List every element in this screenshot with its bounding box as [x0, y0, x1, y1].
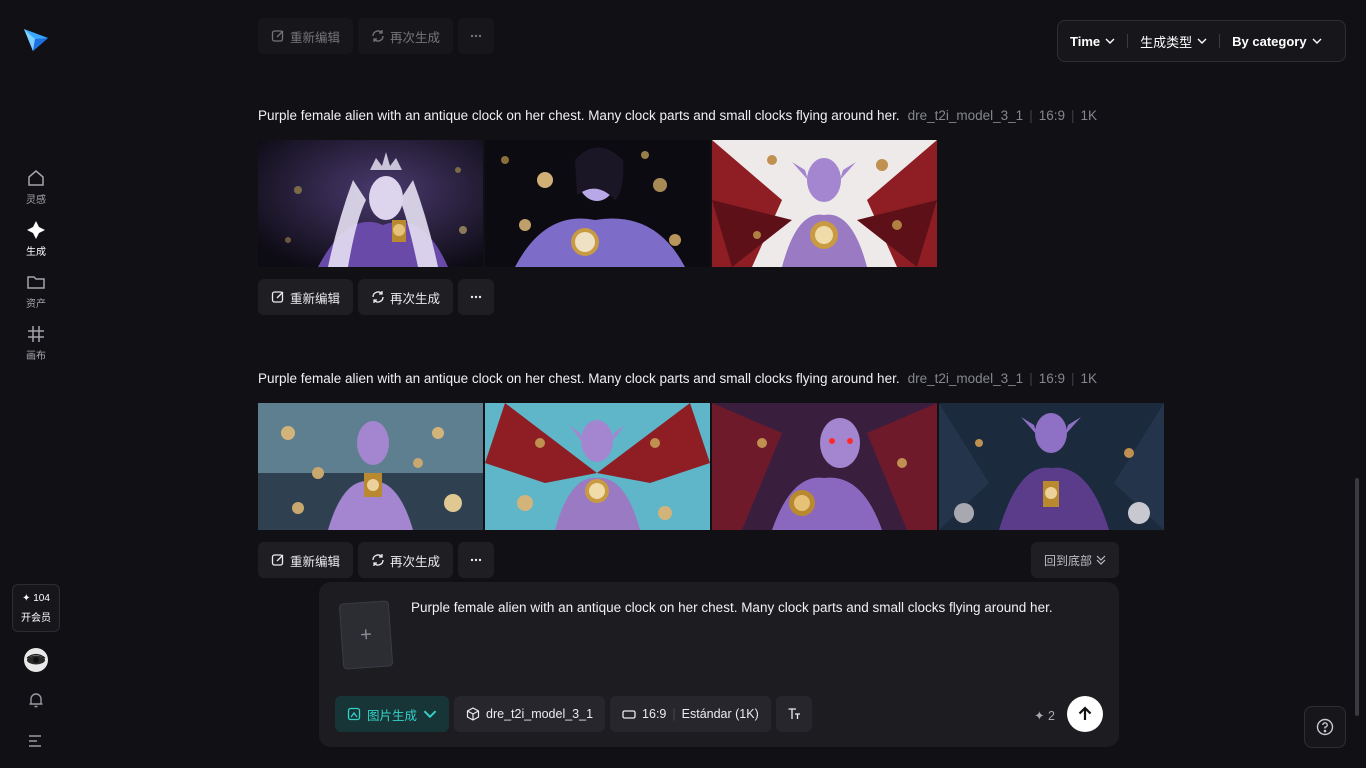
sidebar-item-canvas[interactable]: 画布 — [12, 324, 60, 368]
generated-image[interactable] — [712, 403, 937, 530]
arrow-up-icon — [1078, 706, 1092, 720]
time-filter[interactable]: Time — [1070, 34, 1115, 49]
plus-icon: + — [359, 623, 373, 646]
logo-icon[interactable] — [22, 26, 50, 54]
scrollbar[interactable] — [1355, 478, 1359, 716]
image-row — [258, 403, 1164, 530]
generation-prompt: Purple female alien with an antique cloc… — [258, 108, 1098, 123]
generated-image[interactable] — [258, 140, 483, 267]
quality: 1K — [1080, 108, 1098, 123]
reedit-button[interactable]: 重新编辑 — [258, 18, 354, 54]
chevron-down-icon — [1197, 38, 1207, 44]
chevron-down-icon — [1312, 38, 1322, 44]
bell-icon[interactable] — [27, 691, 45, 709]
generation-cost: ✦ 2 — [1034, 709, 1055, 723]
generation-prompt: Purple female alien with an antique cloc… — [258, 371, 1098, 386]
regenerate-button[interactable]: 再次生成 — [358, 542, 454, 578]
vip-label: 开会员 — [21, 612, 51, 624]
sidebar-item-inspiration[interactable]: 灵感 — [12, 168, 60, 212]
generation-actions: 重新编辑 再次生成 — [258, 279, 495, 315]
quality: 1K — [1080, 371, 1098, 386]
generation-actions: 重新编辑 再次生成 — [258, 542, 495, 578]
model-name: dre_t2i_model_3_1 — [907, 371, 1024, 386]
text-style-button[interactable] — [775, 696, 812, 732]
edit-icon — [271, 291, 284, 303]
sidebar-item-label: 画布 — [26, 351, 46, 362]
generated-image[interactable] — [712, 140, 937, 267]
grid-icon — [28, 326, 44, 342]
composer-toolbar: 图片生成 dre_t2i_model_3_1 16:9 | Estándar (… — [335, 696, 812, 732]
alien-blue-background-image — [258, 403, 483, 530]
purple-demon-red-wings-image — [712, 140, 937, 267]
alien-bat-wings-image — [485, 403, 710, 530]
generated-image[interactable] — [939, 403, 1164, 530]
generated-image[interactable] — [485, 140, 710, 267]
prompt-input[interactable]: Purple female alien with an antique cloc… — [411, 600, 1053, 615]
prompt-text[interactable]: Purple female alien with an antique cloc… — [258, 108, 900, 123]
edit-icon — [271, 554, 284, 566]
alien-red-eyes-image — [712, 403, 937, 530]
regenerate-button[interactable]: 再次生成 — [358, 279, 454, 315]
model-select[interactable]: dre_t2i_model_3_1 — [454, 696, 606, 732]
avatar[interactable] — [24, 648, 48, 672]
image-generate-icon — [347, 707, 361, 721]
text-format-icon — [788, 708, 800, 719]
sidebar-item-label: 资产 — [26, 299, 46, 310]
previous-actions: 重新编辑 再次生成 — [258, 18, 495, 54]
reedit-button[interactable]: 重新编辑 — [258, 279, 354, 315]
aspect-ratio: 16:9 — [1038, 108, 1065, 123]
prompt-composer: + Purple female alien with an antique cl… — [319, 582, 1119, 747]
sparkle-icon — [27, 221, 45, 239]
home-icon — [28, 170, 44, 186]
add-reference-image-button[interactable]: + — [338, 600, 394, 670]
avatar-eye-icon — [26, 653, 46, 665]
refresh-icon — [372, 30, 384, 42]
menu-icon[interactable] — [27, 732, 45, 750]
chevron-down-icon — [1105, 38, 1115, 44]
filter-bar: Time 生成类型 By category — [1057, 20, 1346, 62]
sidebar: 灵感 生成 资产 画布 ✦ 104 开会员 — [0, 0, 72, 768]
generated-image[interactable] — [485, 403, 710, 530]
back-to-bottom-button[interactable]: 回到底部 — [1031, 542, 1119, 578]
refresh-icon — [372, 291, 384, 303]
sidebar-item-generate[interactable]: 生成 — [12, 220, 60, 264]
sidebar-item-assets[interactable]: 资产 — [12, 272, 60, 316]
double-chevron-down-icon — [1096, 555, 1106, 565]
aspect-ratio: 16:9 — [1038, 371, 1065, 386]
more-button[interactable] — [458, 18, 495, 54]
folder-icon — [27, 276, 45, 289]
more-icon — [470, 295, 482, 299]
cube-icon — [466, 707, 480, 721]
model-name: dre_t2i_model_3_1 — [907, 108, 1024, 123]
more-icon — [470, 34, 482, 38]
image-row — [258, 140, 937, 267]
credits-vip-button[interactable]: ✦ 104 开会员 — [12, 584, 60, 632]
refresh-icon — [372, 554, 384, 566]
purple-woman-pocket-watches-image — [485, 140, 710, 267]
aspect-ratio-icon — [622, 710, 636, 719]
sidebar-item-label: 灵感 — [26, 195, 46, 206]
generation-mode-select[interactable]: 图片生成 — [335, 696, 450, 732]
generated-image[interactable] — [258, 403, 483, 530]
sidebar-item-label: 生成 — [26, 247, 46, 258]
alien-dark-forest-image — [939, 403, 1164, 530]
category-filter[interactable]: By category — [1232, 34, 1322, 49]
help-icon — [1316, 718, 1334, 736]
more-icon — [470, 558, 482, 562]
reedit-button[interactable]: 重新编辑 — [258, 542, 354, 578]
ratio-resolution-select[interactable]: 16:9 | Estándar (1K) — [610, 696, 771, 732]
purple-elf-crown-image — [258, 140, 483, 267]
send-button[interactable] — [1067, 696, 1103, 732]
chevron-down-icon — [423, 710, 437, 719]
type-filter[interactable]: 生成类型 — [1140, 32, 1207, 51]
more-button[interactable] — [458, 279, 495, 315]
credits-count: ✦ 104 — [22, 592, 50, 604]
help-button[interactable] — [1304, 706, 1346, 748]
prompt-text[interactable]: Purple female alien with an antique cloc… — [258, 371, 900, 386]
regenerate-button[interactable]: 再次生成 — [358, 18, 454, 54]
more-button[interactable] — [458, 542, 495, 578]
edit-icon — [271, 30, 284, 42]
